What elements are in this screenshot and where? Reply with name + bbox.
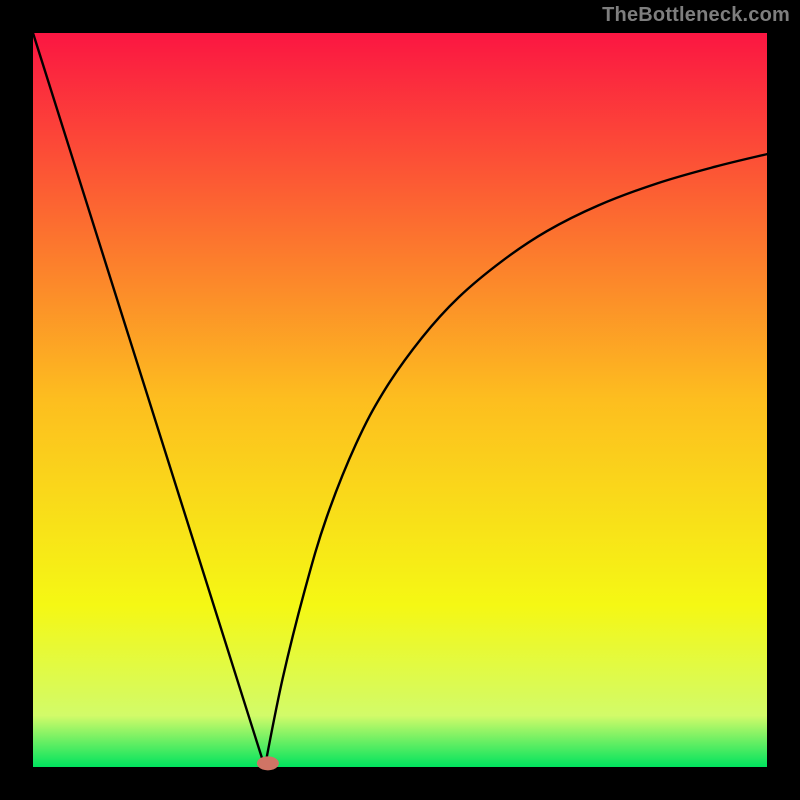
bottleneck-marker bbox=[257, 756, 279, 770]
chart-container: TheBottleneck.com bbox=[0, 0, 800, 800]
plot-background bbox=[33, 33, 767, 767]
bottleneck-chart bbox=[0, 0, 800, 800]
